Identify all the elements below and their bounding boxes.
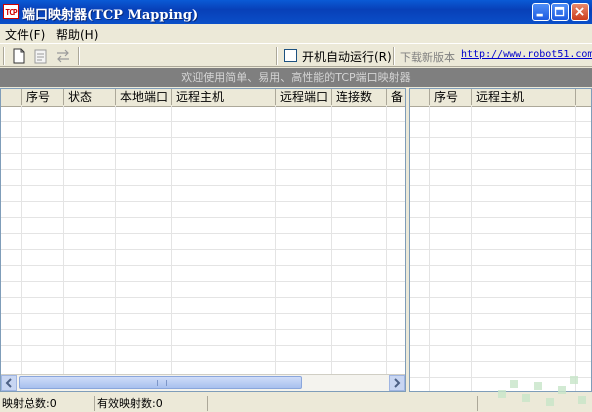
status-panel-empty — [208, 396, 478, 411]
download-link[interactable]: http://www.robot51.com — [461, 49, 592, 60]
column-header-index[interactable]: 序号 — [430, 89, 472, 105]
mapping-icon — [57, 49, 69, 63]
grid-line — [115, 106, 116, 391]
grid-line — [429, 106, 430, 391]
mapping-table-header: 序号 状态 本地端口 远程主机 远程端口 连接数 备 — [1, 89, 405, 107]
title-bar[interactable]: TCP 端口映射器(TCP Mapping) — [0, 0, 592, 24]
column-header-remote-host[interactable]: 远程主机 — [472, 89, 576, 105]
minimize-icon — [536, 13, 543, 17]
properties-button[interactable] — [32, 47, 50, 65]
arrow-right-icon — [394, 378, 401, 388]
connection-table-header: 序号 远程主机 — [410, 89, 591, 107]
column-header-notes[interactable]: 备 — [387, 89, 405, 105]
grid-line — [386, 106, 387, 391]
mapping-table[interactable]: 序号 状态 本地端口 远程主机 远程端口 连接数 备 — [0, 88, 406, 392]
new-document-icon — [13, 48, 25, 64]
toolbar-separator — [78, 47, 80, 65]
menu-help[interactable]: 帮助(H) — [56, 26, 98, 43]
connection-table-body[interactable] — [410, 106, 591, 391]
status-total-mappings: 映射总数:0 — [0, 396, 95, 411]
toolbar: 开机自动运行(R) 下载新版本 http://www.robot51.com — [0, 43, 592, 67]
grid-line — [21, 106, 22, 391]
menu-bar: 文件(F) 帮助(H) — [0, 24, 592, 42]
scrollbar-thumb[interactable] — [19, 376, 302, 389]
scroll-left-button[interactable] — [1, 375, 17, 391]
download-label: 下载新版本 — [400, 51, 455, 64]
status-active-mappings: 有效映射数:0 — [95, 396, 208, 411]
mapping-button[interactable] — [54, 47, 72, 65]
horizontal-scrollbar[interactable] — [1, 374, 405, 391]
new-button[interactable] — [10, 47, 28, 65]
grid-line — [275, 106, 276, 391]
grid-line — [331, 106, 332, 391]
grid-line — [171, 106, 172, 391]
grid-line — [575, 106, 576, 391]
column-header-index[interactable]: 序号 — [22, 89, 64, 105]
column-header-indicator[interactable] — [410, 89, 430, 105]
window-title: 端口映射器(TCP Mapping) — [22, 8, 199, 23]
column-header-local-port[interactable]: 本地端口 — [116, 89, 172, 105]
close-icon — [575, 7, 584, 16]
properties-icon — [34, 49, 47, 64]
scroll-right-button[interactable] — [389, 375, 405, 391]
autorun-checkbox[interactable] — [284, 49, 297, 62]
toolbar-grip — [3, 47, 5, 65]
maximize-button[interactable] — [551, 3, 569, 21]
arrow-left-icon — [5, 378, 12, 388]
grid-line — [471, 106, 472, 391]
maximize-icon — [554, 6, 565, 17]
connection-table[interactable]: 序号 远程主机 — [409, 88, 592, 392]
toolbar-separator — [276, 47, 278, 65]
welcome-banner: 欢迎使用简单、易用、高性能的TCP端口映射器 — [0, 68, 592, 87]
column-header-indicator[interactable] — [1, 89, 22, 105]
tcp-app-icon: TCP — [3, 4, 19, 19]
column-header-status[interactable]: 状态 — [64, 89, 116, 105]
watermark-logo — [498, 376, 586, 406]
mapping-table-body[interactable] — [1, 106, 405, 391]
column-header-connections[interactable]: 连接数 — [332, 89, 387, 105]
scrollbar-grip — [157, 380, 167, 386]
minimize-button[interactable] — [532, 3, 550, 21]
column-header-remote-port[interactable]: 远程端口 — [276, 89, 332, 105]
toolbar-separator — [393, 47, 395, 65]
close-button[interactable] — [571, 3, 589, 21]
grid-line — [63, 106, 64, 391]
autorun-label[interactable]: 开机自动运行(R) — [302, 48, 392, 65]
column-header-remote-host[interactable]: 远程主机 — [172, 89, 276, 105]
menu-file[interactable]: 文件(F) — [5, 26, 45, 43]
